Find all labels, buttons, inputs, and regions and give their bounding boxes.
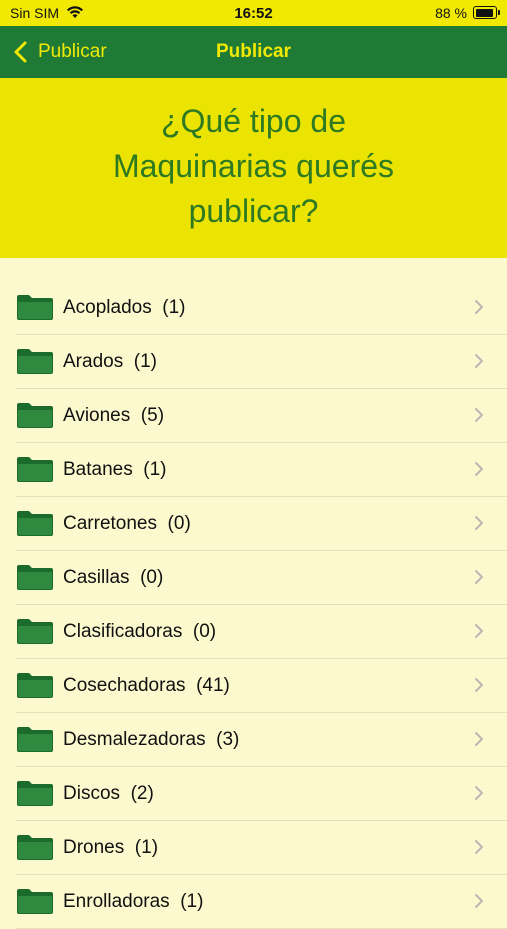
folder-icon xyxy=(17,619,53,644)
chevron-right-icon xyxy=(475,354,483,368)
battery-icon xyxy=(473,6,500,19)
folder-icon xyxy=(17,457,53,482)
folder-icon xyxy=(17,673,53,698)
chevron-right-icon xyxy=(475,300,483,314)
folder-icon xyxy=(17,565,53,590)
folder-icon xyxy=(17,727,53,752)
list-item-label: Discos (2) xyxy=(63,783,154,804)
list-item[interactable]: Discos (2) xyxy=(16,767,507,821)
back-button-label: Publicar xyxy=(38,41,107,62)
folder-icon xyxy=(17,889,53,914)
chevron-right-icon xyxy=(475,840,483,854)
chevron-left-icon xyxy=(14,41,27,63)
folder-icon xyxy=(17,349,53,374)
folder-icon xyxy=(17,511,53,536)
list-item[interactable]: Acoplados (1) xyxy=(16,281,507,335)
list-item[interactable]: Cosechadoras (41) xyxy=(16,659,507,713)
list-item[interactable]: Aviones (5) xyxy=(16,389,507,443)
chevron-right-icon xyxy=(475,894,483,908)
list-item-label: Cosechadoras (41) xyxy=(63,675,230,696)
chevron-right-icon xyxy=(475,570,483,584)
list-item[interactable]: Arados (1) xyxy=(16,335,507,389)
page-heading: ¿Qué tipo de Maquinarias querés publicar… xyxy=(112,102,395,229)
chevron-right-icon xyxy=(475,462,483,476)
status-bar: Sin SIM 16:52 88 % xyxy=(0,0,507,26)
list-item-label: Carretones (0) xyxy=(63,513,191,534)
list-item-label: Drones (1) xyxy=(63,837,159,858)
list-item-label: Arados (1) xyxy=(63,351,157,372)
chevron-right-icon xyxy=(475,516,483,530)
list-item-label: Casillas (0) xyxy=(63,567,164,588)
folder-icon xyxy=(17,295,53,320)
folder-icon xyxy=(17,403,53,428)
list-item[interactable]: Casillas (0) xyxy=(16,551,507,605)
list-item-label: Acoplados (1) xyxy=(63,297,186,318)
navigation-bar: Publicar Publicar xyxy=(0,26,507,78)
list-item[interactable]: Desmalezadoras (3) xyxy=(16,713,507,767)
clock: 16:52 xyxy=(234,5,273,22)
battery-percent: 88 % xyxy=(435,5,467,21)
category-list: Acoplados (1) Arados (1) Aviones (5) Batane… xyxy=(0,281,507,929)
folder-icon xyxy=(17,781,53,806)
list-item-label: Desmalezadoras (3) xyxy=(63,729,240,750)
chevron-right-icon xyxy=(475,786,483,800)
chevron-right-icon xyxy=(475,408,483,422)
back-button[interactable]: Publicar xyxy=(12,26,107,78)
chevron-right-icon xyxy=(475,678,483,692)
list-item-label: Aviones (5) xyxy=(63,405,165,426)
chevron-right-icon xyxy=(475,624,483,638)
list-item-label: Enrolladoras (1) xyxy=(63,891,204,912)
list-item-label: Clasificadoras (0) xyxy=(63,621,217,642)
folder-icon xyxy=(17,835,53,860)
list-item-label: Batanes (1) xyxy=(63,459,167,480)
list-item[interactable]: Enrolladoras (1) xyxy=(16,875,507,929)
list-item[interactable]: Batanes (1) xyxy=(16,443,507,497)
chevron-right-icon xyxy=(475,732,483,746)
list-item[interactable]: Carretones (0) xyxy=(16,497,507,551)
list-item[interactable]: Clasificadoras (0) xyxy=(16,605,507,659)
question-header: ¿Qué tipo de Maquinarias querés publicar… xyxy=(0,78,507,258)
list-item[interactable]: Drones (1) xyxy=(16,821,507,875)
